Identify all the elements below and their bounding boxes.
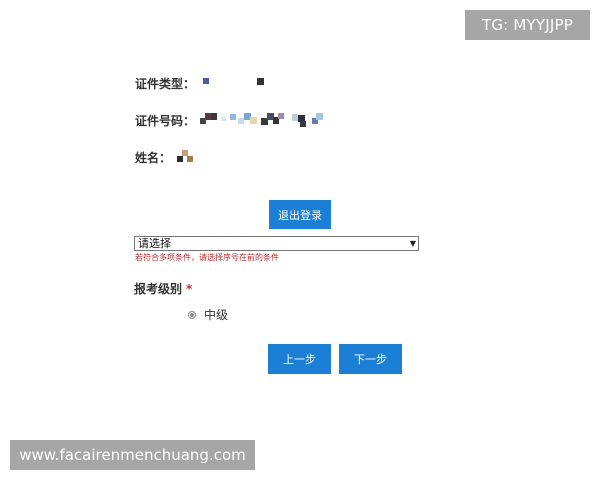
watermark-top-label: TG: MYYJJPP bbox=[465, 10, 590, 40]
exam-level-option-intermediate[interactable]: 中级 bbox=[188, 306, 228, 323]
id-type-masked-value bbox=[203, 73, 273, 93]
exam-level-option-label: 中级 bbox=[204, 308, 229, 322]
id-number-label: 证件号码： bbox=[135, 113, 196, 128]
next-step-button[interactable]: 下一步 bbox=[339, 344, 402, 374]
logout-button[interactable]: 退出登录 bbox=[269, 200, 331, 229]
id-number-masked-value bbox=[200, 110, 340, 130]
id-type-label: 证件类型： bbox=[135, 76, 196, 91]
required-mark: * bbox=[186, 282, 193, 296]
id-type-row: 证件类型： bbox=[135, 73, 273, 93]
chevron-down-icon: ▼ bbox=[409, 239, 416, 248]
radio-selected-icon[interactable] bbox=[188, 310, 196, 319]
name-row: 姓名： bbox=[135, 147, 207, 167]
watermark-bottom-label: www.facairenmenchuang.com bbox=[10, 440, 255, 470]
name-masked-value bbox=[177, 147, 207, 167]
exam-level-label-text: 报考级别 bbox=[134, 282, 183, 296]
exam-level-label: 报考级别 * bbox=[134, 280, 192, 297]
condition-select[interactable]: 请选择 ▼ bbox=[134, 236, 419, 251]
prev-step-button[interactable]: 上一步 bbox=[268, 344, 331, 374]
name-label: 姓名： bbox=[135, 150, 172, 165]
condition-hint: 若符合多项条件，请选择序号在前的条件 bbox=[135, 253, 279, 262]
condition-select-value: 请选择 bbox=[138, 237, 171, 250]
id-number-row: 证件号码： bbox=[135, 110, 340, 130]
